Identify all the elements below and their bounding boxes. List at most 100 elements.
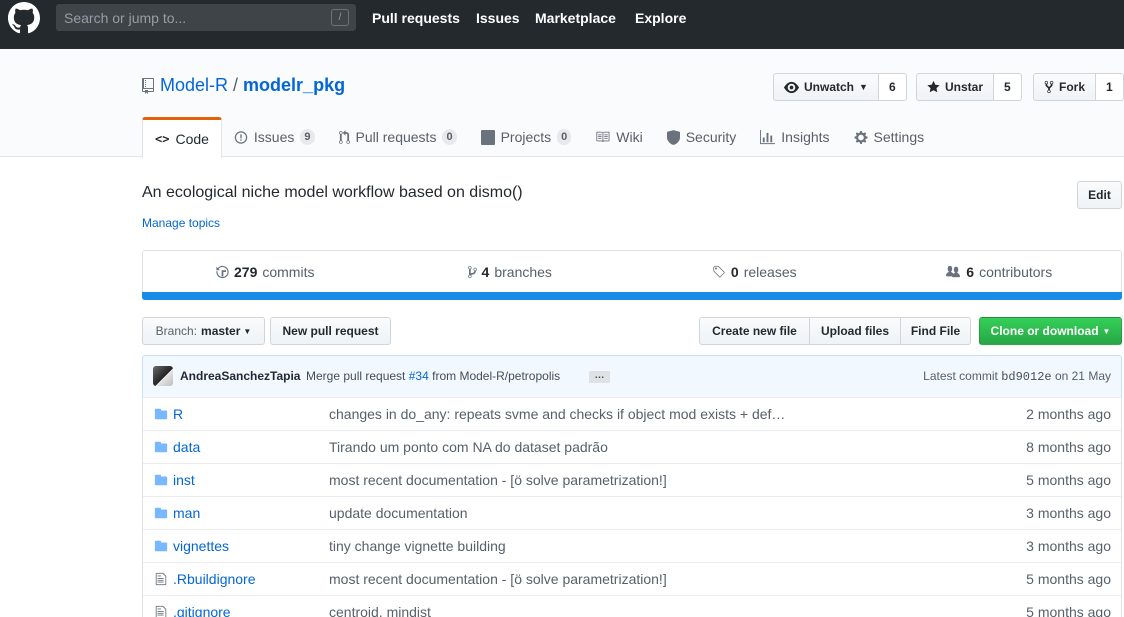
github-logo-icon[interactable] [8,2,40,34]
file-age: 2 months ago [1026,406,1111,422]
clone-or-download-button[interactable]: Clone or download ▼ [979,317,1122,345]
file-name-link[interactable]: vignettes [173,538,229,554]
file-commit-message[interactable]: centroid, mindist [329,604,431,617]
issues-counter: 9 [300,129,315,145]
commit-message-suffix: from Model-R/petropolis [432,369,561,383]
unwatch-button[interactable]: Unwatch ▼ [773,73,879,101]
project-icon [480,129,495,145]
latest-commit-info: Latest commit bd9012e on 21 May [923,369,1111,384]
pull-request-link[interactable]: #34 [409,369,429,383]
language-bar[interactable] [142,292,1122,300]
file-commit-message[interactable]: tiny change vignette building [329,538,506,554]
file-icon [155,605,167,617]
tab-projects-label: Projects [500,129,552,145]
new-pull-request-button[interactable]: New pull request [270,317,391,345]
releases-count: 0 [730,264,739,280]
folder-icon [154,540,168,552]
nav-pull-requests[interactable]: Pull requests [372,10,460,26]
search-shortcut-hint: / [331,9,349,26]
commit-sha-link[interactable]: bd9012e [1001,370,1051,384]
file-list: R changes in do_any: repeats svme and ch… [142,397,1122,617]
find-file-button[interactable]: Find File [900,317,971,345]
table-row: inst most recent documentation - [ö solv… [143,463,1121,496]
clone-label: Clone or download [990,324,1099,338]
tab-issues-label: Issues [253,129,295,145]
search-input[interactable] [56,4,316,31]
file-commit-message[interactable]: most recent documentation - [ö solve par… [329,571,667,587]
edit-description-button[interactable]: Edit [1077,181,1122,209]
contributors-link[interactable]: 6 contributors [877,251,1122,293]
latest-commit-label: Latest commit [923,369,998,383]
stargazers-count[interactable]: 5 [994,73,1022,101]
file-name-link[interactable]: .Rbuildignore [173,571,256,587]
nav-marketplace[interactable]: Marketplace [535,10,616,26]
manage-topics-link[interactable]: Manage topics [142,216,220,230]
table-row: .Rbuildignore most recent documentation … [143,562,1121,595]
nav-explore[interactable]: Explore [635,10,686,26]
file-age: 3 months ago [1026,505,1111,521]
projects-counter: 0 [557,129,572,145]
file-name-link[interactable]: data [173,439,200,455]
issue-opened-icon [234,130,248,144]
tab-projects[interactable]: Projects 0 [469,117,584,157]
repo-name-link[interactable]: modelr_pkg [243,75,345,96]
avatar[interactable] [153,366,173,386]
commits-label: commits [262,264,315,280]
repo-description: An ecological niche model workflow based… [142,184,523,201]
file-age: 5 months ago [1026,571,1111,587]
tab-pull-requests-label: Pull requests [355,129,437,145]
gear-icon [853,130,868,144]
repo-owner-link[interactable]: Model-R [160,75,228,96]
tab-settings[interactable]: Settings [842,117,937,157]
file-name-link[interactable]: R [173,406,183,422]
file-commit-message[interactable]: Tirando um ponto com NA do dataset padrã… [329,439,608,455]
commit-author-link[interactable]: AndreaSanchezTapia [180,369,300,383]
tab-code[interactable]: <> Code [142,117,222,158]
unstar-label: Unstar [945,80,984,94]
branch-select-button[interactable]: Branch: master ▼ [142,317,265,345]
tab-security[interactable]: Security [655,117,749,157]
unwatch-label: Unwatch [804,80,855,94]
repo-title: Model-R / modelr_pkg [142,75,345,96]
file-name-link[interactable]: inst [173,472,195,488]
star-control: Unstar 5 [916,73,1022,101]
expand-commit-message-button[interactable]: … [589,371,610,383]
forks-count[interactable]: 1 [1096,73,1124,101]
branches-label: branches [494,264,552,280]
dropdown-caret-icon: ▼ [1102,326,1111,336]
fork-button[interactable]: Fork [1033,73,1097,101]
fork-label: Fork [1059,80,1086,94]
nav-issues[interactable]: Issues [476,10,520,26]
releases-link[interactable]: 0 releases [632,251,877,293]
history-icon [216,265,229,279]
tab-settings-label: Settings [873,129,925,145]
table-row: R changes in do_any: repeats svme and ch… [143,397,1121,430]
table-row: data Tirando um ponto com NA do dataset … [143,430,1121,463]
search-box: / [56,4,356,31]
file-commit-message[interactable]: most recent documentation - [ö solve par… [329,472,667,488]
tab-pull-requests[interactable]: Pull requests 0 [327,117,469,157]
watchers-count[interactable]: 6 [878,73,907,101]
tab-insights[interactable]: Insights [748,117,841,157]
tab-wiki[interactable]: Wiki [583,117,654,157]
branches-link[interactable]: 4 branches [388,251,633,293]
file-commit-message[interactable]: changes in do_any: repeats svme and chec… [329,406,785,422]
commits-link[interactable]: 279 commits [143,251,388,293]
file-age: 5 months ago [1026,604,1111,617]
tab-issues[interactable]: Issues 9 [222,117,327,157]
graph-icon [760,129,776,144]
repo-tabs: <> Code Issues 9 Pull requests 0 Project… [142,117,937,158]
repo-icon [142,77,154,94]
table-row: .gitignore centroid, mindist 5 months ag… [143,595,1121,617]
commit-message: Merge pull request #34 from Model-R/petr… [306,369,560,383]
commit-message-prefix: Merge pull request [306,369,406,383]
file-commit-message[interactable]: update documentation [329,505,468,521]
unstar-button[interactable]: Unstar [916,73,995,101]
create-new-file-button[interactable]: Create new file [699,317,810,345]
file-name-link[interactable]: .gitignore [173,604,231,617]
tab-wiki-label: Wiki [616,129,643,145]
file-name-link[interactable]: man [173,505,200,521]
upload-files-button[interactable]: Upload files [809,317,901,345]
tag-icon [713,265,725,278]
eye-icon [784,81,799,93]
